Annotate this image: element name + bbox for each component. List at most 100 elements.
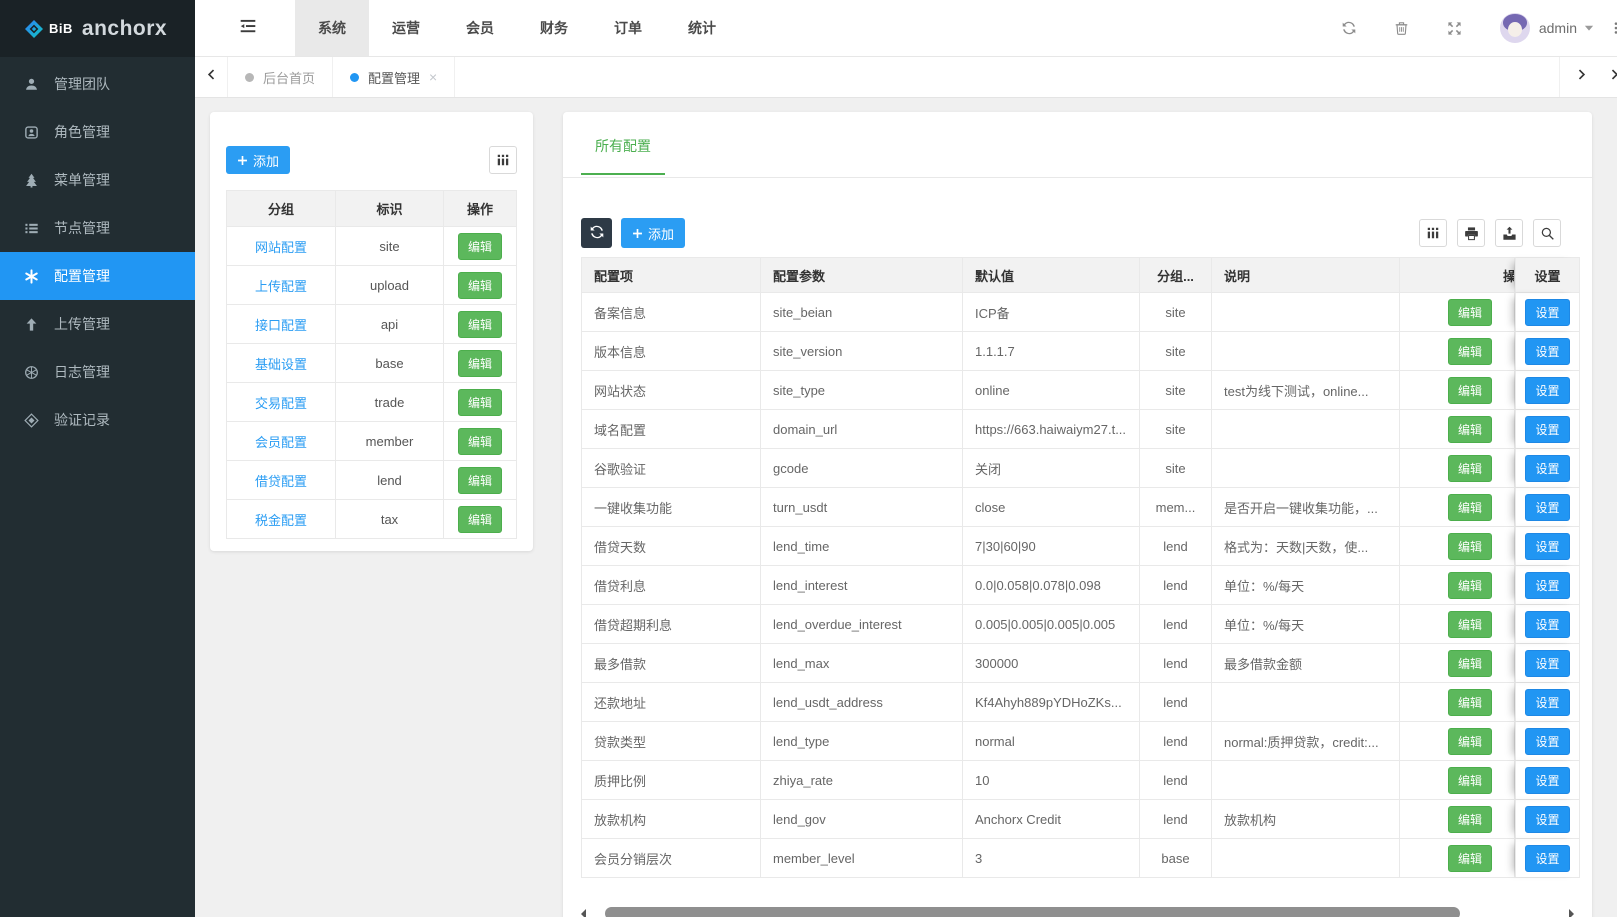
tree-icon (23, 172, 40, 189)
set-config-button[interactable]: 设置 (1525, 611, 1569, 638)
tab-all-configs[interactable]: 所有配置 (581, 136, 665, 175)
config-row: 放款机构 lend_gov Anchorx Credit lend 放款机构 编… (582, 800, 1579, 839)
edit-config-button[interactable]: 编辑 (1448, 416, 1492, 443)
group-name-link[interactable]: 税金配置 (255, 510, 307, 529)
group-name-link[interactable]: 借贷配置 (255, 471, 307, 490)
set-config-button[interactable]: 设置 (1525, 689, 1569, 716)
config-table-header: 配置项 配置参数 默认值 分组... 说明 操作 设置 (582, 258, 1579, 293)
top-nav-tab[interactable]: 运营 (369, 0, 443, 56)
sidebar-item[interactable]: 菜单管理 (0, 156, 195, 204)
edit-group-button[interactable]: 编辑 (458, 350, 502, 377)
set-config-button[interactable]: 设置 (1525, 845, 1569, 872)
edit-config-button[interactable]: 编辑 (1448, 533, 1492, 560)
top-nav-tab[interactable]: 统计 (665, 0, 739, 56)
sidebar-item[interactable]: 角色管理 (0, 108, 195, 156)
topbar-action-button[interactable] (1341, 20, 1357, 36)
top-nav-tab[interactable]: 财务 (517, 0, 591, 56)
edit-config-button[interactable]: 编辑 (1448, 572, 1492, 599)
top-nav-tab[interactable]: 会员 (443, 0, 517, 56)
set-config-button[interactable]: 设置 (1525, 533, 1569, 560)
sidebar-item[interactable]: 管理团队 (0, 60, 195, 108)
sidebar-item[interactable]: 日志管理 (0, 348, 195, 396)
set-config-button[interactable]: 设置 (1525, 767, 1569, 794)
refresh-table-button[interactable] (581, 218, 612, 248)
edit-config-button[interactable]: 编辑 (1448, 728, 1492, 755)
group-name-link[interactable]: 上传配置 (255, 276, 307, 295)
sidebar-item[interactable]: 验证记录 (0, 396, 195, 444)
set-config-button[interactable]: 设置 (1525, 416, 1569, 443)
group-name-link[interactable]: 网站配置 (255, 237, 307, 256)
tabs-scroll-right-button[interactable] (1559, 57, 1603, 97)
edit-group-button[interactable]: 编辑 (458, 233, 502, 260)
user-menu-caret-icon[interactable] (1583, 22, 1595, 34)
edit-group-button[interactable]: 编辑 (458, 272, 502, 299)
sidebar-item[interactable]: 上传管理 (0, 300, 195, 348)
group-name-link[interactable]: 交易配置 (255, 393, 307, 412)
edit-group-button[interactable]: 编辑 (458, 311, 502, 338)
add-config-button[interactable]: 添加 (621, 218, 685, 248)
user-avatar[interactable] (1500, 13, 1530, 43)
edit-group-button[interactable]: 编辑 (458, 389, 502, 416)
tabs-overflow-button[interactable] (1603, 57, 1617, 97)
page-tab[interactable]: 后台首页 (228, 57, 333, 97)
config-name: 备案信息 (582, 293, 761, 331)
page-tab[interactable]: 配置管理 × (333, 57, 455, 97)
scrollbar-thumb[interactable] (605, 907, 1460, 917)
group-name-link[interactable]: 基础设置 (255, 354, 307, 373)
scroll-right-arrow[interactable] (1569, 909, 1574, 917)
scroll-left-arrow[interactable] (581, 909, 586, 917)
table-tool-button[interactable] (1533, 219, 1561, 247)
table-tool-button[interactable] (1457, 219, 1485, 247)
set-config-button[interactable]: 设置 (1525, 455, 1569, 482)
tabs-scroll-left-button[interactable] (195, 57, 228, 97)
set-config-button[interactable]: 设置 (1525, 650, 1569, 677)
add-group-button[interactable]: 添加 (226, 146, 290, 174)
columns-toggle-button[interactable] (489, 146, 517, 174)
edit-group-button[interactable]: 编辑 (458, 467, 502, 494)
topbar-action-button[interactable] (1394, 20, 1410, 36)
set-config-button[interactable]: 设置 (1525, 377, 1569, 404)
edit-group-button[interactable]: 编辑 (458, 506, 502, 533)
edit-config-button[interactable]: 编辑 (1448, 299, 1492, 326)
list-icon (23, 220, 40, 237)
config-group: lend (1140, 761, 1212, 799)
edit-config-button[interactable]: 编辑 (1448, 494, 1492, 521)
set-config-button[interactable]: 设置 (1525, 338, 1569, 365)
sidebar-item-label: 菜单管理 (54, 170, 110, 190)
group-name-link[interactable]: 会员配置 (255, 432, 307, 451)
table-tool-button[interactable] (1495, 219, 1523, 247)
set-config-button[interactable]: 设置 (1525, 728, 1569, 755)
edit-config-button[interactable]: 编辑 (1448, 338, 1492, 365)
edit-config-button[interactable]: 编辑 (1448, 650, 1492, 677)
sidebar-item[interactable]: 配置管理 (0, 252, 195, 300)
edit-config-button[interactable]: 编辑 (1448, 689, 1492, 716)
upload-icon (23, 316, 40, 333)
config-row: 域名配置 domain_url https://663.haiwaiym27.t… (582, 410, 1579, 449)
edit-config-button[interactable]: 编辑 (1448, 845, 1492, 872)
page-tab-close-icon[interactable]: × (429, 70, 437, 84)
top-nav-tab[interactable]: 系统 (295, 0, 369, 56)
more-options-kebab-icon[interactable] (1609, 20, 1617, 36)
edit-config-button[interactable]: 编辑 (1448, 806, 1492, 833)
top-nav-tab[interactable]: 订单 (591, 0, 665, 56)
edit-config-button[interactable]: 编辑 (1448, 767, 1492, 794)
edit-group-button[interactable]: 编辑 (458, 428, 502, 455)
edit-config-button[interactable]: 编辑 (1448, 377, 1492, 404)
set-config-button[interactable]: 设置 (1525, 572, 1569, 599)
config-param: site_beian (761, 293, 963, 331)
edit-config-button[interactable]: 编辑 (1448, 455, 1492, 482)
set-config-button[interactable]: 设置 (1525, 494, 1569, 521)
config-icon (23, 268, 40, 285)
config-group: site (1140, 371, 1212, 409)
set-config-button[interactable]: 设置 (1525, 806, 1569, 833)
set-config-button[interactable]: 设置 (1525, 299, 1569, 326)
sidebar-toggle-button[interactable] (233, 0, 263, 56)
topbar-action-button[interactable] (1447, 20, 1463, 36)
user-name[interactable]: admin (1539, 20, 1577, 36)
edit-config-button[interactable]: 编辑 (1448, 611, 1492, 638)
brand-logo[interactable]: BiB anchorx (0, 0, 195, 57)
table-tool-button[interactable] (1419, 219, 1447, 247)
sidebar-item[interactable]: 节点管理 (0, 204, 195, 252)
group-name-link[interactable]: 接口配置 (255, 315, 307, 334)
config-desc (1212, 293, 1400, 331)
